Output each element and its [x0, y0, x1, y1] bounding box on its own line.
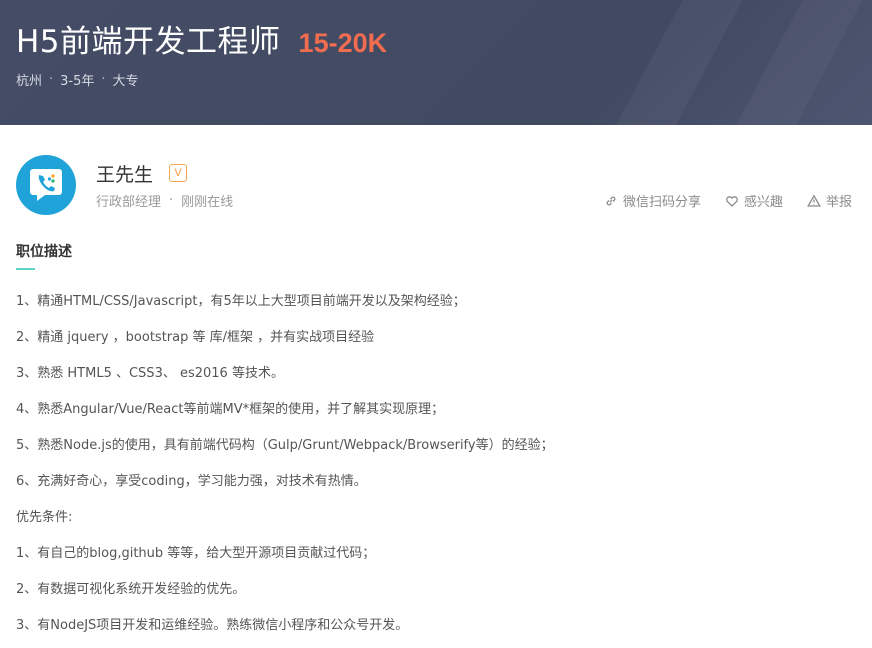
share-label: 微信扫码分享: [622, 195, 701, 210]
job-city: 杭州: [16, 74, 43, 89]
verified-badge: V: [169, 164, 187, 182]
description-line: 6、充满好奇心，享受coding，学习能力强，对技术有热情。: [16, 474, 367, 489]
share-button[interactable]: 微信扫码分享: [604, 191, 701, 210]
salary: 15-20K: [298, 28, 388, 58]
title-row: H5前端开发工程师 15-20K: [16, 16, 387, 61]
job-experience: 3-5年: [60, 74, 95, 89]
description-line: 2、有数据可视化系统开发经验的优先。: [16, 582, 246, 597]
phone-logo-icon: [30, 169, 62, 201]
heart-icon: [726, 195, 738, 207]
job-description: 1、精通HTML/CSS/Javascript，有5年以上大型项目前端开发以及架…: [16, 292, 856, 648]
interest-button[interactable]: 感兴趣: [725, 191, 783, 210]
meta-separator: ·: [101, 72, 106, 87]
description-line: 1、精通HTML/CSS/Javascript，有5年以上大型项目前端开发以及架…: [16, 294, 466, 309]
report-label: 举报: [825, 195, 852, 210]
report-button[interactable]: 举报: [807, 191, 852, 210]
meta-separator: ·: [169, 193, 174, 208]
description-line: 1、有自己的blog,github 等等，给大型开源项目贡献过代码；: [16, 546, 376, 561]
recruiter-name: 王先生: [96, 164, 154, 186]
avatar[interactable]: [16, 155, 76, 215]
job-education: 大专: [112, 74, 139, 89]
description-line: 5、熟悉Node.js的使用，具有前端代码构（Gulp/Grunt/Webpac…: [16, 438, 554, 453]
link-icon: [606, 196, 616, 205]
interest-label: 感兴趣: [743, 195, 783, 210]
description-line: 3、熟悉 HTML5 、CSS3、 es2016 等技术。: [16, 366, 284, 381]
job-header-banner: H5前端开发工程师 15-20K 杭州 · 3-5年 · 大专: [0, 0, 872, 125]
section-underline: [16, 268, 35, 270]
banner-decoration: [576, 0, 764, 125]
recruiter-position: 行政部经理: [96, 195, 162, 210]
description-line: 2、精通 jquery ，bootstrap 等 库/框架 ，并有实战项目经验: [16, 330, 375, 345]
job-actions: 微信扫码分享 感兴趣 举报: [580, 191, 852, 210]
description-line: 优先条件:: [16, 510, 73, 525]
recruiter-meta: 行政部经理 · 刚刚在线: [96, 191, 233, 210]
recruiter-status: 刚刚在线: [181, 195, 234, 210]
job-title: H5前端开发工程师: [16, 24, 281, 60]
description-line: 4、熟悉Angular/Vue/React等前端MV*框架的使用，并了解其实现原…: [16, 402, 445, 417]
description-line: 3、有NodeJS项目开发和运维经验。熟练微信小程序和公众号开发。: [16, 618, 409, 633]
warning-icon: [807, 193, 821, 207]
section-title: 职位描述: [16, 244, 72, 260]
meta-separator: ·: [49, 72, 54, 87]
job-meta: 杭州 · 3-5年 · 大专: [16, 70, 139, 89]
